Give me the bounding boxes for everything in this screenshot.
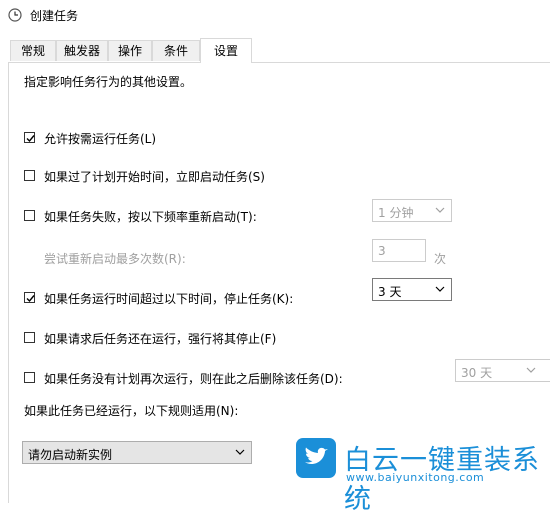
running-rule-select[interactable]: 请勿启动新实例: [22, 441, 252, 464]
tab-conditions[interactable]: 条件: [152, 40, 200, 61]
chevron-down-icon: [526, 367, 536, 373]
stop-if-longer-label: 如果任务运行时间超过以下时间，停止任务(K):: [44, 292, 294, 306]
tab-general[interactable]: 常规: [10, 40, 56, 61]
chevron-down-icon: [435, 286, 445, 292]
restart-on-fail-checkbox[interactable]: [24, 210, 35, 221]
force-stop-label: 如果请求后任务还在运行，强行将其停止(F): [44, 332, 277, 346]
checkmark-icon: [26, 135, 35, 143]
tab-strip: 常规 触发器 操作 条件 设置: [0, 38, 550, 63]
restart-interval-select[interactable]: 1 分钟: [372, 199, 452, 222]
delete-if-not-scheduled-checkbox[interactable]: [24, 372, 35, 383]
allow-on-demand-label: 允许按需运行任务(L): [44, 132, 157, 146]
delete-after-value: 30 天: [461, 366, 493, 380]
window-title: 创建任务: [30, 9, 79, 23]
restart-attempts-input[interactable]: 3: [372, 239, 426, 262]
checkmark-icon: [26, 295, 35, 303]
allow-on-demand-checkbox[interactable]: [24, 132, 35, 143]
chevron-down-icon: [235, 449, 245, 455]
delete-if-not-scheduled-label: 如果任务没有计划再次运行，则在此之后删除该任务(D):: [44, 372, 343, 386]
restart-attempts-label: 尝试重新启动最多次数(R):: [44, 252, 186, 266]
title-bar: 创建任务: [0, 0, 550, 30]
watermark-url: www.baiyunxitong.com: [346, 471, 485, 484]
tab-settings[interactable]: 设置: [200, 38, 252, 63]
clock-icon: [8, 8, 22, 22]
chevron-down-icon: [435, 207, 445, 213]
stop-if-longer-checkbox[interactable]: [24, 292, 35, 303]
force-stop-checkbox[interactable]: [24, 332, 35, 343]
restart-interval-value: 1 分钟: [378, 206, 414, 220]
stop-duration-select[interactable]: 3 天: [372, 278, 452, 301]
tab-actions[interactable]: 操作: [108, 40, 152, 61]
delete-after-select[interactable]: 30 天: [455, 359, 550, 382]
running-rule-label: 如果此任务已经运行，以下规则适用(N):: [24, 404, 239, 418]
tab-triggers[interactable]: 触发器: [56, 40, 108, 61]
restart-attempts-unit: 次: [434, 252, 447, 266]
restart-attempts-value: 3: [378, 244, 386, 258]
restart-on-fail-label: 如果任务失败，按以下频率重新启动(T):: [44, 210, 257, 224]
settings-description: 指定影响任务行为的其他设置。: [24, 75, 193, 89]
settings-panel: [8, 62, 550, 503]
watermark: 白云一键重装系统 www.baiyunxitong.com: [296, 438, 546, 515]
running-rule-value: 请勿启动新实例: [28, 448, 113, 462]
bird-logo-icon: [296, 438, 336, 478]
stop-duration-value: 3 天: [378, 285, 402, 299]
run-asap-label: 如果过了计划开始时间，立即启动任务(S): [44, 170, 265, 184]
run-asap-checkbox[interactable]: [24, 170, 35, 181]
